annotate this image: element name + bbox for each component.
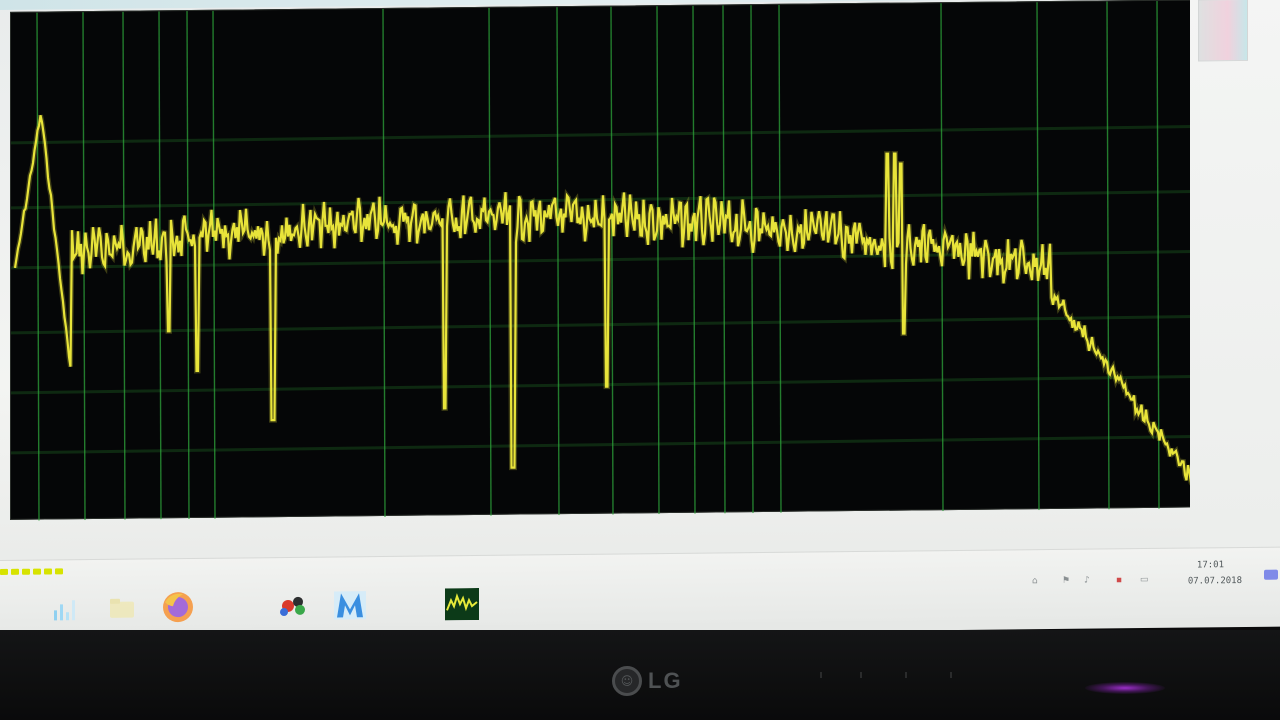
notification-badge[interactable] <box>1264 569 1278 580</box>
monitor-button[interactable] <box>820 672 822 678</box>
audio-meter-icon[interactable] <box>48 590 84 626</box>
spectrum-plot[interactable] <box>10 0 1201 521</box>
system-tray: ⌂ ⚑ ♪ ▪ ▭ 17:01 07.07.2018 <box>1032 558 1278 601</box>
meter-segment <box>55 568 63 575</box>
firefox-icon[interactable] <box>160 589 196 625</box>
monitor-button[interactable] <box>860 672 862 678</box>
meter-segment <box>33 568 41 575</box>
battery-icon[interactable]: ▭ <box>1140 575 1149 585</box>
folder-icon[interactable] <box>104 590 140 626</box>
grid-line-v <box>488 7 492 516</box>
m-app-icon[interactable] <box>332 587 368 623</box>
grid-line-v <box>556 7 560 516</box>
taskbar: ⌂ ⚑ ♪ ▪ ▭ 17:01 07.07.2018 <box>0 546 1280 630</box>
grid-line-v <box>1036 2 1040 511</box>
grid-line-v <box>1106 1 1110 510</box>
volume-icon[interactable]: ♪ <box>1084 576 1090 586</box>
monitor-button[interactable] <box>905 672 907 678</box>
monitor-button[interactable] <box>950 672 952 678</box>
grid-line-v <box>750 5 754 514</box>
meter-segment <box>0 568 8 575</box>
network-icon[interactable]: ⌂ <box>1032 576 1038 586</box>
audio-level-meter <box>0 568 63 575</box>
brand-name: LG <box>648 668 683 693</box>
lg-logo-icon: ☺ <box>612 666 642 696</box>
grid-line-v <box>656 6 660 515</box>
grid-line-h <box>11 434 1201 455</box>
alert-icon[interactable]: ▪ <box>1116 575 1122 585</box>
spectrum-analyzer-icon[interactable] <box>444 586 480 622</box>
screen: ⌂ ⚑ ♪ ▪ ▭ 17:01 07.07.2018 <box>0 0 1280 640</box>
grid-line-v <box>186 11 190 520</box>
side-panel[interactable] <box>1190 0 1280 548</box>
grid-line-v <box>722 5 726 514</box>
level-indicator-panel <box>1198 0 1248 62</box>
grid-line-h <box>11 124 1201 145</box>
power-led[interactable] <box>1085 682 1165 694</box>
spectrum-graph <box>11 0 1201 521</box>
meter-segment <box>44 568 52 575</box>
clock-time[interactable]: 17:01 <box>1197 560 1224 570</box>
grid-line-v <box>610 6 614 515</box>
meter-segment <box>22 568 30 575</box>
monitor-brand: ☺ LG <box>612 666 683 696</box>
grid-line-v <box>692 5 696 514</box>
grid-line-v <box>778 4 782 513</box>
paint-palette-icon[interactable] <box>276 588 312 624</box>
grid-line-v <box>158 11 162 520</box>
grid-line-v <box>382 8 386 517</box>
meter-segment <box>11 568 19 575</box>
grid-line-v <box>36 12 40 521</box>
clock-date[interactable]: 07.07.2018 <box>1188 576 1242 587</box>
flag-icon[interactable]: ⚑ <box>1062 576 1070 586</box>
grid-line-v <box>212 10 216 519</box>
